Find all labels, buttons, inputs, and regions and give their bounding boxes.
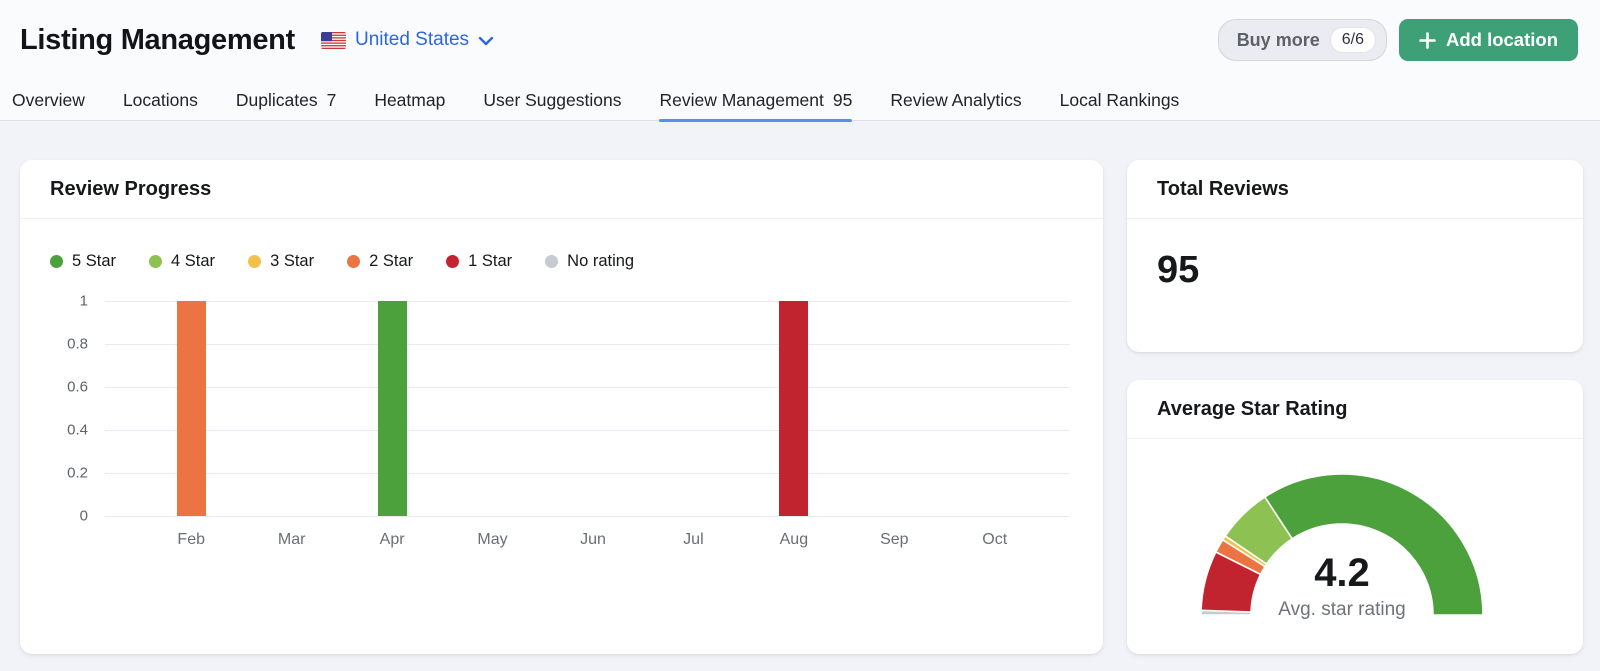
y-axis-tick: 0.6 — [50, 379, 88, 396]
tab-label: Overview — [12, 90, 85, 111]
legend-dot-5-star — [50, 255, 63, 268]
tab-locations[interactable]: Locations — [123, 80, 198, 121]
tab-overview[interactable]: Overview — [12, 80, 85, 121]
legend-label: 4 Star — [171, 252, 215, 271]
x-axis-label: Feb — [151, 531, 231, 549]
bar-aug-1-star — [779, 301, 808, 516]
gauge-value: 4.2 — [1197, 551, 1487, 596]
total-reviews-title: Total Reviews — [1157, 178, 1289, 201]
legend-dot-1-star — [446, 255, 459, 268]
sidebar: Total Reviews 95 Average Star Rating 4.2… — [1127, 160, 1583, 654]
total-reviews-card: Total Reviews 95 — [1127, 160, 1583, 352]
tab-label: Duplicates — [236, 90, 318, 111]
buy-more-count-badge: 6/6 — [1330, 27, 1376, 53]
gridline — [105, 473, 1070, 474]
add-location-label: Add location — [1446, 29, 1558, 51]
chevron-down-icon — [478, 36, 494, 46]
buy-more-label: Buy more — [1237, 30, 1320, 51]
tab-duplicates[interactable]: Duplicates 7 — [236, 80, 336, 121]
country-label: United States — [355, 29, 469, 51]
legend-label: No rating — [567, 252, 634, 271]
gridline — [105, 344, 1070, 345]
legend-label: 2 Star — [369, 252, 413, 271]
review-progress-title: Review Progress — [50, 178, 211, 201]
legend-dot-no-rating — [545, 255, 558, 268]
review-progress-card: Review Progress 5 Star 4 Star 3 Star — [20, 160, 1103, 654]
rating-gauge: 4.2 Avg. star rating — [1197, 469, 1487, 626]
total-reviews-card-header: Total Reviews — [1127, 160, 1583, 219]
tab-review-management[interactable]: Review Management 95 — [659, 80, 852, 121]
buy-more-button[interactable]: Buy more 6/6 — [1218, 19, 1387, 61]
tab-label: Review Analytics — [890, 90, 1021, 111]
y-axis-tick: 0.2 — [50, 465, 88, 482]
x-axis-label: Jun — [553, 531, 633, 549]
bar-feb-2-star — [177, 301, 206, 516]
average-star-rating-title: Average Star Rating — [1157, 398, 1347, 421]
us-flag-icon — [321, 32, 346, 49]
tab-count: 95 — [833, 90, 852, 111]
legend-item-no-rating[interactable]: No rating — [545, 252, 634, 271]
review-progress-body: 5 Star 4 Star 3 Star 2 Star 1 Star — [20, 250, 1103, 591]
header: Listing Management United States Buy mor… — [0, 0, 1600, 80]
average-star-rating-card-header: Average Star Rating — [1127, 380, 1583, 439]
legend-dot-4-star — [149, 255, 162, 268]
bar-apr-5-star — [378, 301, 407, 516]
legend-item-3-star[interactable]: 3 Star — [248, 252, 314, 271]
content-area: Review Progress 5 Star 4 Star 3 Star — [0, 121, 1600, 671]
tab-label: Local Rankings — [1060, 90, 1180, 111]
add-location-button[interactable]: Add location — [1399, 19, 1578, 61]
tab-bar: Overview Locations Duplicates 7 Heatmap … — [0, 80, 1600, 121]
page-title: Listing Management — [20, 24, 295, 57]
x-axis-label: Jul — [653, 531, 733, 549]
legend-dot-3-star — [248, 255, 261, 268]
tab-label: Review Management — [659, 90, 823, 111]
y-axis-tick: 1 — [50, 293, 88, 310]
average-star-rating-card: Average Star Rating 4.2 Avg. star rating — [1127, 380, 1583, 654]
gridline — [105, 516, 1070, 517]
legend-item-1-star[interactable]: 1 Star — [446, 252, 512, 271]
gridline — [105, 301, 1070, 302]
tab-label: Heatmap — [374, 90, 445, 111]
legend-label: 3 Star — [270, 252, 314, 271]
tab-heatmap[interactable]: Heatmap — [374, 80, 445, 121]
total-reviews-value: 95 — [1127, 219, 1583, 292]
gauge-caption: Avg. star rating — [1197, 599, 1487, 621]
country-selector[interactable]: United States — [321, 29, 494, 51]
y-axis-tick: 0 — [50, 508, 88, 525]
gridline — [105, 430, 1070, 431]
x-axis-label: May — [453, 531, 533, 549]
chart-legend: 5 Star 4 Star 3 Star 2 Star 1 Star — [50, 250, 1073, 272]
x-axis-label: Aug — [754, 531, 834, 549]
legend-dot-2-star — [347, 255, 360, 268]
y-axis-tick: 0.8 — [50, 336, 88, 353]
tab-label: Locations — [123, 90, 198, 111]
tab-label: User Suggestions — [483, 90, 621, 111]
legend-label: 1 Star — [468, 252, 512, 271]
x-axis-label: Sep — [854, 531, 934, 549]
legend-label: 5 Star — [72, 252, 116, 271]
gridline — [105, 387, 1070, 388]
x-axis-label: Mar — [252, 531, 332, 549]
legend-item-2-star[interactable]: 2 Star — [347, 252, 413, 271]
tab-user-suggestions[interactable]: User Suggestions — [483, 80, 621, 121]
x-axis-label: Apr — [352, 531, 432, 549]
tab-count: 7 — [327, 90, 337, 111]
header-actions: Buy more 6/6 Add location — [1218, 19, 1578, 61]
legend-item-5-star[interactable]: 5 Star — [50, 252, 116, 271]
y-axis-tick: 0.4 — [50, 422, 88, 439]
review-progress-bar-chart: 00.20.40.60.81FebMarAprMayJunJulAugSepOc… — [50, 301, 1073, 591]
plus-icon — [1419, 32, 1436, 49]
tab-local-rankings[interactable]: Local Rankings — [1060, 80, 1180, 121]
review-progress-card-header: Review Progress — [20, 160, 1103, 219]
x-axis-label: Oct — [955, 531, 1035, 549]
legend-item-4-star[interactable]: 4 Star — [149, 252, 215, 271]
tab-review-analytics[interactable]: Review Analytics — [890, 80, 1021, 121]
